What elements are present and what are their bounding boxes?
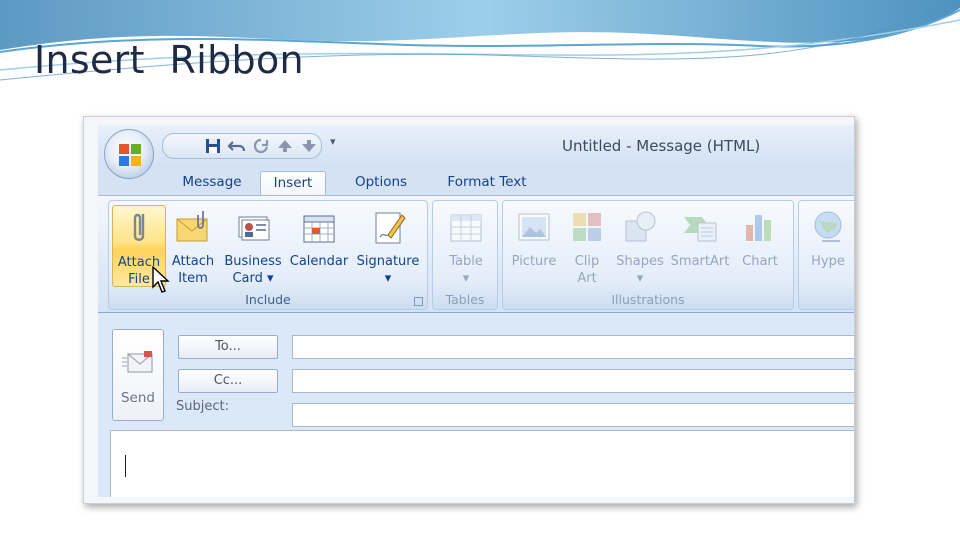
picture-button[interactable]: Picture	[507, 205, 561, 287]
table-label: Table ▾	[449, 254, 483, 286]
calendar-label: Calendar	[289, 254, 349, 269]
smartart-label: SmartArt	[670, 254, 730, 269]
clip-art-button[interactable]: Clip Art	[563, 205, 611, 287]
smartart-icon	[684, 217, 717, 242]
undo-icon[interactable]	[227, 136, 247, 156]
customize-qat-dropdown[interactable]: ▾	[330, 135, 336, 148]
table-button[interactable]: Table ▾	[439, 205, 493, 287]
message-body[interactable]	[110, 430, 854, 497]
chart-label: Chart	[742, 254, 778, 269]
next-item-icon[interactable]	[299, 136, 319, 156]
shapes-label: Shapes ▾	[616, 254, 664, 286]
envelope-clip-icon	[176, 211, 208, 242]
clip-art-label: Clip Art	[574, 254, 600, 286]
title-bar: ▾ Untitled - Message (HTML)	[98, 125, 854, 179]
hyperlink-button[interactable]: Hype	[803, 205, 853, 287]
mouse-pointer-icon	[152, 266, 170, 293]
group-illustrations-label: Illustrations	[611, 292, 685, 307]
chart-button[interactable]: Chart	[733, 205, 787, 287]
signature-button[interactable]: Signature ▾	[353, 205, 423, 287]
table-icon	[450, 214, 482, 242]
picture-icon	[518, 213, 550, 241]
outlook-message-window: ▾ Untitled - Message (HTML) Message Inse…	[83, 116, 855, 504]
tab-insert[interactable]: Insert	[260, 171, 326, 195]
smartart-button[interactable]: SmartArt	[669, 205, 731, 287]
calendar-button[interactable]: Calendar	[287, 205, 351, 287]
send-label: Send	[120, 390, 155, 406]
business-card-label: Business Card ▾	[224, 254, 282, 286]
window-title: Untitled - Message (HTML)	[562, 137, 761, 155]
redo-icon[interactable]	[251, 136, 271, 156]
group-tables: Table ▾ Tables	[432, 200, 498, 310]
tab-message[interactable]: Message	[172, 171, 252, 195]
group-links: Hype	[798, 200, 854, 310]
office-button[interactable]	[104, 129, 154, 179]
text-caret	[125, 455, 126, 477]
include-dialog-launcher[interactable]	[414, 297, 423, 306]
chart-icon	[746, 215, 771, 241]
group-tables-label: Tables	[445, 292, 485, 307]
hyperlink-label: Hype	[811, 254, 845, 269]
calendar-icon	[303, 215, 335, 243]
ribbon-insert: Attach File Attach Item Business Card ▾ …	[98, 195, 854, 313]
attach-item-button[interactable]: Attach Item	[167, 205, 219, 287]
business-card-icon	[238, 216, 270, 241]
group-include-label: Include	[245, 292, 291, 307]
business-card-button[interactable]: Business Card ▾	[221, 205, 285, 287]
to-button[interactable]: To...	[178, 335, 278, 359]
picture-label: Picture	[511, 254, 557, 269]
tab-format-text[interactable]: Format Text	[434, 171, 540, 195]
paperclip-icon	[133, 213, 145, 241]
subject-label: Subject:	[176, 399, 229, 414]
send-envelope-icon	[122, 351, 153, 373]
shapes-icon	[625, 211, 656, 242]
office-logo-icon	[119, 144, 141, 166]
signature-icon	[375, 212, 406, 244]
previous-item-icon[interactable]	[275, 136, 295, 156]
send-button[interactable]: Send	[112, 329, 164, 421]
window-body: ▾ Untitled - Message (HTML) Message Inse…	[98, 125, 854, 497]
cc-field[interactable]	[292, 369, 854, 393]
save-icon[interactable]	[203, 136, 223, 156]
ribbon-tabs: Message Insert Options Format Text	[98, 165, 854, 195]
hyperlink-globe-icon	[814, 211, 842, 242]
cc-button[interactable]: Cc...	[178, 369, 278, 393]
to-field[interactable]	[292, 335, 854, 359]
slide-title: Insert Ribbon	[34, 38, 304, 82]
shapes-button[interactable]: Shapes ▾	[613, 205, 667, 287]
tab-options[interactable]: Options	[342, 171, 420, 195]
clip-art-icon	[573, 213, 601, 241]
signature-label: Signature ▾	[356, 254, 420, 286]
attach-item-label: Attach Item	[171, 254, 215, 286]
group-illustrations: Picture Clip Art Shapes ▾ SmartArt Chart…	[502, 200, 794, 310]
quick-access-toolbar	[162, 133, 322, 159]
subject-field[interactable]	[292, 403, 854, 427]
